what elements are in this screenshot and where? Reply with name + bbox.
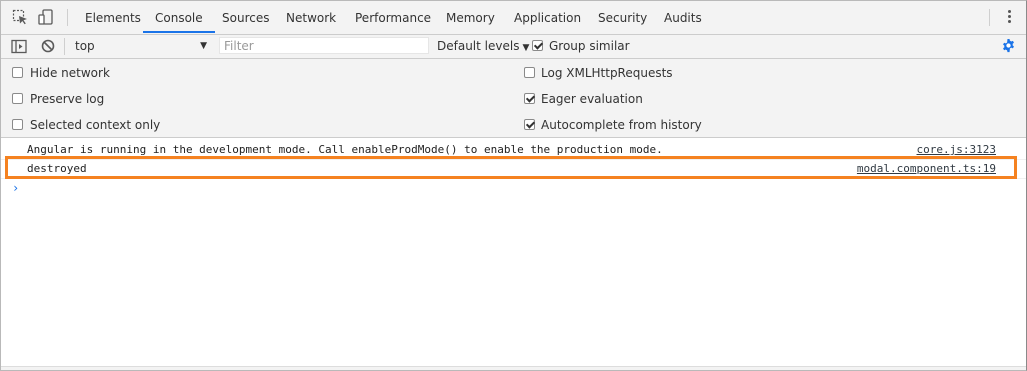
settings-gear-icon[interactable] [1001, 38, 1016, 53]
autocomplete-history-checkbox[interactable] [524, 119, 535, 130]
more-options-icon[interactable] [1008, 10, 1012, 26]
tab-elements[interactable]: Elements [85, 1, 141, 31]
clear-console-icon[interactable] [41, 39, 55, 53]
tab-security[interactable]: Security [598, 1, 647, 31]
dropdown-arrow-icon: ▼ [200, 41, 207, 51]
toolbar-divider [64, 38, 65, 55]
autocomplete-history-label: Autocomplete from history [541, 118, 702, 132]
hide-network-label: Hide network [30, 66, 110, 80]
eager-evaluation-checkbox[interactable] [524, 93, 535, 104]
inspect-element-icon[interactable] [12, 9, 28, 25]
sidebar-toggle-icon[interactable] [11, 39, 27, 54]
log-xhr-checkbox[interactable] [524, 67, 535, 78]
tab-audits[interactable]: Audits [664, 1, 702, 31]
tab-network[interactable]: Network [286, 1, 336, 31]
selected-context-label: Selected context only [30, 118, 161, 132]
tab-application[interactable]: Application [514, 1, 581, 31]
log-levels-dropdown[interactable]: Default levels ▼ [437, 38, 529, 55]
filter-input[interactable] [219, 37, 429, 54]
tab-performance[interactable]: Performance [355, 1, 431, 31]
console-toolbar: top ▼ Default levels▼ Group similar [1, 35, 1026, 59]
preserve-log-label: Preserve log [30, 92, 105, 106]
group-similar-label: Group similar [549, 39, 630, 53]
log-xhr-label: Log XMLHttpRequests [541, 66, 673, 80]
context-value: top [75, 39, 95, 53]
console-settings-pane: Hide network Preserve log Selected conte… [1, 59, 1026, 138]
tab-console[interactable]: Console [143, 1, 215, 33]
toolbar-divider [67, 9, 68, 26]
highlight-box [5, 156, 1017, 179]
devtools-window: Elements Console Sources Network Perform… [0, 0, 1027, 371]
tab-memory[interactable]: Memory [446, 1, 495, 31]
message-text: Angular is running in the development mo… [27, 143, 663, 156]
dropdown-arrow-icon: ▼ [522, 43, 530, 53]
console-prompt[interactable]: › [12, 181, 19, 195]
device-toolbar-icon[interactable] [38, 9, 54, 25]
log-levels-label: Default levels [437, 39, 520, 53]
bottom-drawer-edge [1, 366, 1026, 370]
hide-network-checkbox[interactable] [12, 67, 23, 78]
tab-sources[interactable]: Sources [222, 1, 269, 31]
selected-context-checkbox[interactable] [12, 119, 23, 130]
tab-bar: Elements Console Sources Network Perform… [1, 1, 1026, 35]
toolbar-divider [989, 9, 990, 26]
eager-evaluation-label: Eager evaluation [541, 92, 643, 106]
preserve-log-checkbox[interactable] [12, 93, 23, 104]
message-source-link[interactable]: core.js:3123 [917, 143, 996, 156]
context-selector[interactable]: top ▼ [67, 38, 209, 55]
group-similar-checkbox[interactable] [532, 40, 543, 51]
